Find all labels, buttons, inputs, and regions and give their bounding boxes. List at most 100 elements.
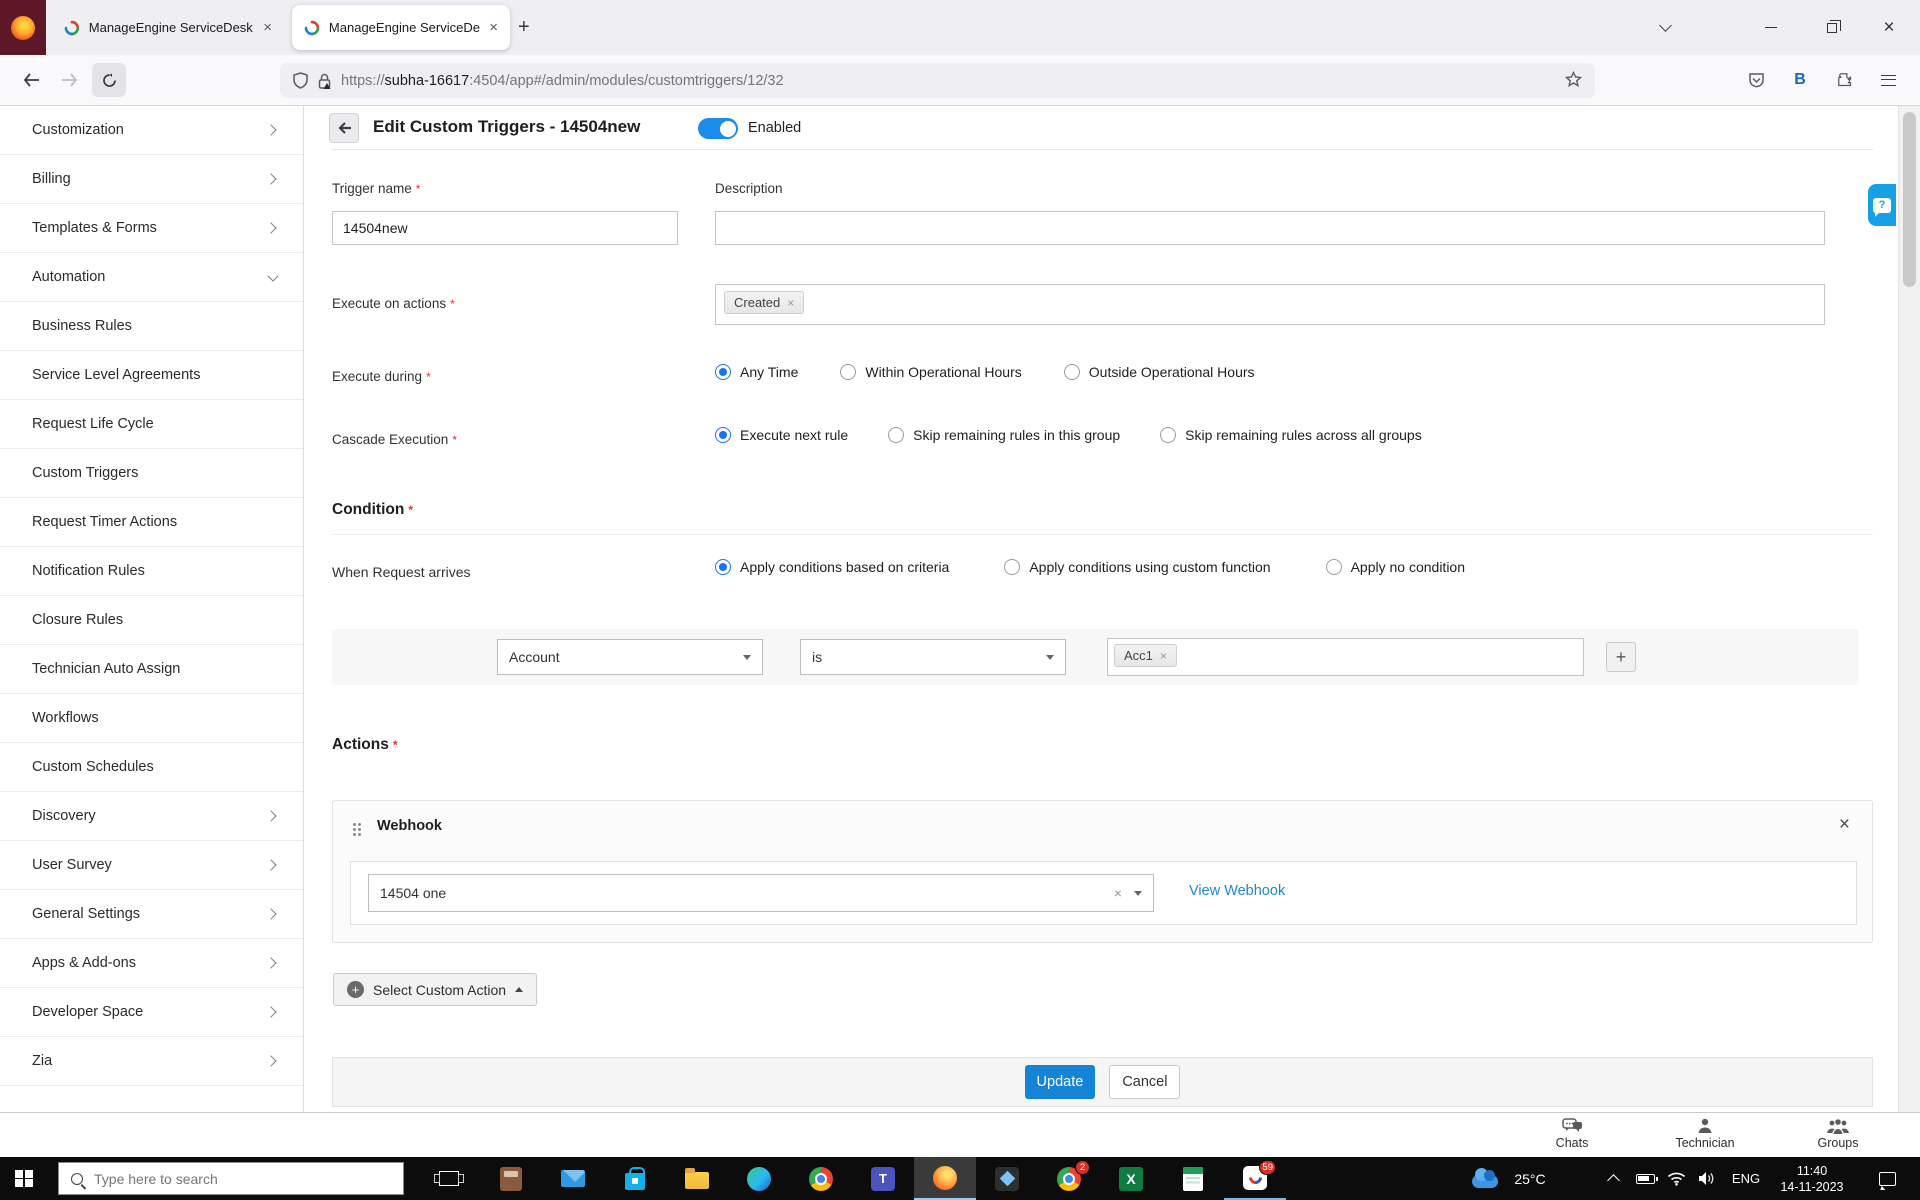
update-button[interactable]: Update <box>1024 1065 1096 1099</box>
excel-button[interactable]: X <box>1100 1157 1162 1200</box>
radio-skip-rules-all-groups[interactable]: Skip remaining rules across all groups <box>1160 427 1422 443</box>
description-input[interactable] <box>715 211 1825 245</box>
sidebar-item-apps-add-ons[interactable]: Apps & Add-ons <box>0 939 303 988</box>
tab-close-icon[interactable]: × <box>489 20 498 35</box>
chrome-button[interactable] <box>790 1157 852 1200</box>
radio-apply-no-condition[interactable]: Apply no condition <box>1325 559 1465 575</box>
sidebar-item-request-timer-actions[interactable]: Request Timer Actions <box>0 498 303 547</box>
window-minimize-button[interactable] <box>1748 0 1794 55</box>
add-condition-button[interactable]: + <box>1606 642 1636 672</box>
url-bar[interactable]: https://subha-16617:4504/app#/admin/modu… <box>280 63 1595 98</box>
pocket-icon[interactable] <box>1739 63 1773 97</box>
execute-on-actions-field[interactable]: Created × <box>715 284 1825 325</box>
store-button[interactable] <box>604 1157 666 1200</box>
radio-apply-conditions-custom-function[interactable]: Apply conditions using custom function <box>1004 559 1271 575</box>
sidebar-item-business-rules[interactable]: Business Rules <box>0 302 303 351</box>
sidebar-item-customization[interactable]: Customization <box>0 106 303 155</box>
scrollbar-thumb[interactable] <box>1903 112 1916 287</box>
view-webhook-link[interactable]: View Webhook <box>1189 883 1285 899</box>
chip-remove-icon[interactable]: × <box>1160 650 1167 662</box>
show-hidden-icons-button[interactable] <box>1600 1157 1626 1200</box>
spreadsheet-button[interactable] <box>1162 1157 1224 1200</box>
extension-b-icon[interactable]: B <box>1783 63 1817 97</box>
search-input[interactable] <box>94 1170 354 1187</box>
mail-button[interactable] <box>542 1157 604 1200</box>
enabled-toggle[interactable] <box>698 118 738 139</box>
help-button[interactable]: ? <box>1868 184 1896 226</box>
page-scrollbar[interactable] <box>1898 106 1920 1112</box>
technician-widget[interactable]: Technician <box>1650 1116 1760 1150</box>
sidebar-item-technician-auto-assign[interactable]: Technician Auto Assign <box>0 645 303 694</box>
chats-widget[interactable]: Chats <box>1517 1116 1627 1150</box>
browser-tab-1[interactable]: ManageEngine ServiceDesk Plus × <box>52 5 284 50</box>
clock[interactable]: 11:40 14-11-2023 <box>1768 1157 1856 1200</box>
select-custom-action-button[interactable]: + Select Custom Action <box>333 973 538 1006</box>
tab-close-icon[interactable]: × <box>263 20 272 35</box>
groups-widget[interactable]: Groups <box>1783 1116 1893 1150</box>
teams-button[interactable]: T <box>852 1157 914 1200</box>
sidebar-item-workflows[interactable]: Workflows <box>0 694 303 743</box>
window-restore-button[interactable] <box>1809 0 1855 55</box>
temperature-label[interactable]: 25°C <box>1504 1157 1556 1200</box>
condition-operator-select[interactable]: is <box>800 639 1066 675</box>
webhook-select[interactable]: 14504 one × <box>368 874 1154 912</box>
battery-status[interactable] <box>1630 1157 1660 1200</box>
weather-widget[interactable] <box>1468 1157 1502 1200</box>
firefox-app-icon[interactable] <box>0 0 46 55</box>
sidebar-item-custom-triggers[interactable]: Custom Triggers <box>0 449 303 498</box>
radio-within-operational-hours[interactable]: Within Operational Hours <box>840 364 1022 380</box>
condition-field-select[interactable]: Account <box>497 639 763 675</box>
action-center-button[interactable] <box>1872 1157 1902 1200</box>
cancel-button[interactable]: Cancel <box>1109 1065 1181 1099</box>
condition-value-field[interactable]: Acc1 × <box>1107 638 1584 676</box>
sidebar-item-billing[interactable]: Billing <box>0 155 303 204</box>
extensions-puzzle-icon[interactable] <box>1828 63 1862 97</box>
sidebar-item-zia[interactable]: Zia <box>0 1037 303 1086</box>
list-all-tabs-button[interactable] <box>1642 0 1688 55</box>
sidebar-item-custom-schedules[interactable]: Custom Schedules <box>0 743 303 792</box>
radio-skip-rules-this-group[interactable]: Skip remaining rules in this group <box>888 427 1120 443</box>
sidebar-item-notification-rules[interactable]: Notification Rules <box>0 547 303 596</box>
chip-remove-icon[interactable]: × <box>787 297 794 309</box>
network-status[interactable] <box>1662 1157 1690 1200</box>
radio-execute-next-rule[interactable]: Execute next rule <box>715 427 848 443</box>
chrome-profile-button[interactable]: 2 <box>1038 1157 1100 1200</box>
browser-tab-2-active[interactable]: ManageEngine ServiceDesk Plus × <box>292 5 510 50</box>
menu-hamburger-icon[interactable] <box>1871 63 1905 97</box>
bookmark-star-icon[interactable] <box>1564 70 1583 91</box>
servicedesk-phone-button[interactable]: 59 <box>1224 1157 1286 1200</box>
sidebar-item-developer-space[interactable]: Developer Space <box>0 988 303 1037</box>
forward-button[interactable] <box>52 63 86 97</box>
sidebar-item-request-life-cycle[interactable]: Request Life Cycle <box>0 400 303 449</box>
sidebar-item-discovery[interactable]: Discovery <box>0 792 303 841</box>
photos-button[interactable] <box>976 1157 1038 1200</box>
window-close-button[interactable]: × <box>1866 0 1912 55</box>
sidebar-item-closure-rules[interactable]: Closure Rules <box>0 596 303 645</box>
reload-button[interactable] <box>92 63 126 97</box>
clear-selection-icon[interactable]: × <box>1114 885 1134 901</box>
sidebar-item-automation[interactable]: Automation <box>0 253 303 302</box>
firefox-button-active[interactable] <box>914 1157 976 1200</box>
radio-apply-conditions-criteria[interactable]: Apply conditions based on criteria <box>715 559 949 575</box>
chip-created[interactable]: Created × <box>724 291 805 314</box>
page-back-button[interactable] <box>329 113 359 143</box>
sidebar-item-general-settings[interactable]: General Settings <box>0 890 303 939</box>
task-view-button[interactable] <box>418 1157 480 1200</box>
edge-button[interactable] <box>728 1157 790 1200</box>
radio-any-time[interactable]: Any Time <box>715 364 798 380</box>
sidebar-item-service-level-agreements[interactable]: Service Level Agreements <box>0 351 303 400</box>
language-indicator[interactable]: ENG <box>1726 1157 1766 1200</box>
trigger-name-input[interactable] <box>332 211 678 245</box>
taskbar-search[interactable] <box>58 1162 404 1195</box>
drag-handle-icon[interactable] <box>353 823 363 838</box>
chip-acc1[interactable]: Acc1 × <box>1114 644 1177 667</box>
file-explorer-button[interactable] <box>666 1157 728 1200</box>
radio-outside-operational-hours[interactable]: Outside Operational Hours <box>1063 364 1255 380</box>
new-tab-button[interactable]: + <box>518 14 530 40</box>
back-button[interactable] <box>14 63 48 97</box>
volume-status[interactable] <box>1692 1157 1722 1200</box>
calculator-button[interactable] <box>480 1157 542 1200</box>
sidebar-item-user-survey[interactable]: User Survey <box>0 841 303 890</box>
sidebar-item-templates-forms[interactable]: Templates & Forms <box>0 204 303 253</box>
start-button[interactable] <box>0 1157 48 1200</box>
